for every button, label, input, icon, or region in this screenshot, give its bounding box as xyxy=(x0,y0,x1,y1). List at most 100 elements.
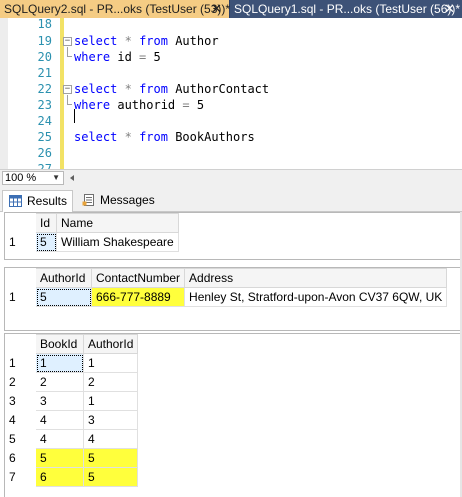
table-row[interactable]: 2 2 2 xyxy=(5,372,139,392)
sql-text: 5 xyxy=(189,98,205,112)
sql-operator: * xyxy=(124,130,132,144)
grid-header-row: AuthorId ContactNumber Address xyxy=(5,268,448,288)
line-number: 21 xyxy=(37,66,52,80)
tab-messages[interactable]: Messages xyxy=(76,190,155,212)
grid-cell[interactable]: 2 xyxy=(82,372,139,392)
line-number: 22 xyxy=(37,82,52,96)
grid-cell-highlighted[interactable]: 6 xyxy=(35,467,84,487)
fold-guide xyxy=(67,95,68,104)
grid-cell[interactable]: 4 xyxy=(82,429,139,449)
query-editor[interactable]: 18 19 20 21 22 23 24 25 26 27 − − select… xyxy=(0,18,462,169)
grid-cell-highlighted[interactable]: 5 xyxy=(82,467,139,487)
table-row[interactable]: 5 4 4 xyxy=(5,429,139,449)
grid-cell[interactable]: 1 xyxy=(82,353,139,373)
line-number: 27 xyxy=(37,162,52,169)
table-row[interactable]: 1 5 William Shakespeare xyxy=(5,232,179,252)
scroll-left-icon[interactable] xyxy=(70,175,74,181)
column-header[interactable]: Id xyxy=(35,213,57,233)
grid-cell[interactable]: 5 xyxy=(35,287,92,307)
code-line: where id = 5 xyxy=(74,49,161,65)
row-number[interactable]: 1 xyxy=(5,353,36,373)
column-header[interactable]: Name xyxy=(56,213,179,233)
grid-cell[interactable]: Henley St, Stratford-upon-Avon CV37 6QW,… xyxy=(184,287,448,307)
results-pane: Id Name 1 5 William Shakespeare AuthorId… xyxy=(0,212,462,497)
row-number[interactable]: 1 xyxy=(5,287,36,307)
zoom-dropdown[interactable]: 100 % ▼ xyxy=(2,171,64,185)
close-icon[interactable]: ✕ xyxy=(211,0,222,18)
table-row[interactable]: 1 5 666-777-8889 Henley St, Stratford-up… xyxy=(5,287,448,307)
results-tab-strip: Results Messages xyxy=(0,186,462,212)
grid-cell-highlighted[interactable]: 666-777-8889 xyxy=(90,287,186,307)
zoom-value: 100 % xyxy=(5,172,37,184)
grid-cell[interactable]: 3 xyxy=(35,391,84,411)
code-line: select * from AuthorContact xyxy=(74,81,269,97)
row-number[interactable]: 2 xyxy=(5,372,36,392)
row-number[interactable]: 7 xyxy=(5,467,36,487)
column-header[interactable]: ContactNumber xyxy=(90,268,186,288)
grid-cell[interactable]: William Shakespeare xyxy=(56,232,179,252)
grid-cell[interactable]: 3 xyxy=(82,410,139,430)
grid-header-row: BookId AuthorId xyxy=(5,334,139,354)
table-row[interactable]: 3 3 1 xyxy=(5,391,139,411)
sql-operator: * xyxy=(124,82,132,96)
code-line: where authorid = 5 xyxy=(74,97,204,113)
grid-cell-highlighted[interactable]: 5 xyxy=(82,448,139,468)
table-row-highlighted[interactable]: 7 6 5 xyxy=(5,467,139,487)
text-caret xyxy=(74,109,75,123)
grid-cell[interactable]: 1 xyxy=(82,391,139,411)
chevron-down-icon[interactable]: ▼ xyxy=(52,172,60,184)
row-number[interactable]: 3 xyxy=(5,391,36,411)
document-tab-bar: SQLQuery2.sql - PR...oks (TestUser (53))… xyxy=(0,0,462,18)
column-header[interactable]: BookId xyxy=(35,334,84,354)
close-icon[interactable]: ✕ xyxy=(444,0,455,18)
column-header[interactable]: Address xyxy=(184,268,448,288)
sql-operator: * xyxy=(124,34,132,48)
sql-keyword: from xyxy=(139,34,168,48)
grid-cell[interactable]: 2 xyxy=(35,372,84,392)
line-number: 18 xyxy=(37,18,52,31)
sql-text: BookAuthors xyxy=(167,130,255,144)
grid-cell-highlighted[interactable]: 5 xyxy=(35,448,84,468)
tab-results[interactable]: Results xyxy=(2,190,73,212)
tab-results-label: Results xyxy=(27,194,68,208)
code-line: select * from Author xyxy=(74,33,219,49)
sql-text: authorid xyxy=(110,98,183,112)
grid-table: AuthorId ContactNumber Address 1 5 666-7… xyxy=(5,268,448,307)
fold-guide-end xyxy=(67,104,72,105)
row-number[interactable]: 5 xyxy=(5,429,36,449)
collapse-icon[interactable]: − xyxy=(63,85,72,94)
code-line: select * from BookAuthors xyxy=(74,129,255,145)
column-header[interactable]: AuthorId xyxy=(35,268,92,288)
result-grid-bookauthors[interactable]: BookId AuthorId 1 1 1 2 2 2 3 3 1 4 4 3 xyxy=(4,333,462,497)
grid-cell[interactable]: 5 xyxy=(35,232,57,252)
sql-keyword: where xyxy=(74,50,111,64)
row-number[interactable]: 4 xyxy=(5,410,36,430)
table-row-highlighted[interactable]: 6 5 5 xyxy=(5,448,139,468)
line-number: 23 xyxy=(37,98,52,112)
tab-sqlquery1[interactable]: SQLQuery1.sql - PR...oks (TestUser (56))… xyxy=(230,0,462,18)
fold-guide xyxy=(67,47,68,56)
grid-cell[interactable]: 4 xyxy=(35,410,84,430)
grid-corner[interactable] xyxy=(5,334,36,354)
table-row[interactable]: 4 4 3 xyxy=(5,410,139,430)
result-grid-authorcontact[interactable]: AuthorId ContactNumber Address 1 5 666-7… xyxy=(4,267,462,331)
grid-corner[interactable] xyxy=(5,213,36,233)
row-number[interactable]: 1 xyxy=(5,232,36,252)
collapse-icon[interactable]: − xyxy=(63,37,72,46)
grid-cell[interactable]: 1 xyxy=(35,353,84,373)
line-number: 24 xyxy=(37,114,52,128)
grid-table: BookId AuthorId 1 1 1 2 2 2 3 3 1 4 4 3 xyxy=(5,334,139,487)
result-grid-author[interactable]: Id Name 1 5 William Shakespeare xyxy=(4,212,462,260)
table-row[interactable]: 1 1 1 xyxy=(5,353,139,373)
tab-sqlquery2[interactable]: SQLQuery2.sql - PR...oks (TestUser (53))… xyxy=(0,0,231,18)
row-number[interactable]: 6 xyxy=(5,448,36,468)
tab-label: SQLQuery2.sql - PR...oks (TestUser (53))… xyxy=(4,2,231,16)
horizontal-scrollbar[interactable] xyxy=(68,173,458,183)
grid-corner[interactable] xyxy=(5,268,36,288)
grid-cell[interactable]: 4 xyxy=(35,429,84,449)
column-header[interactable]: AuthorId xyxy=(82,334,139,354)
